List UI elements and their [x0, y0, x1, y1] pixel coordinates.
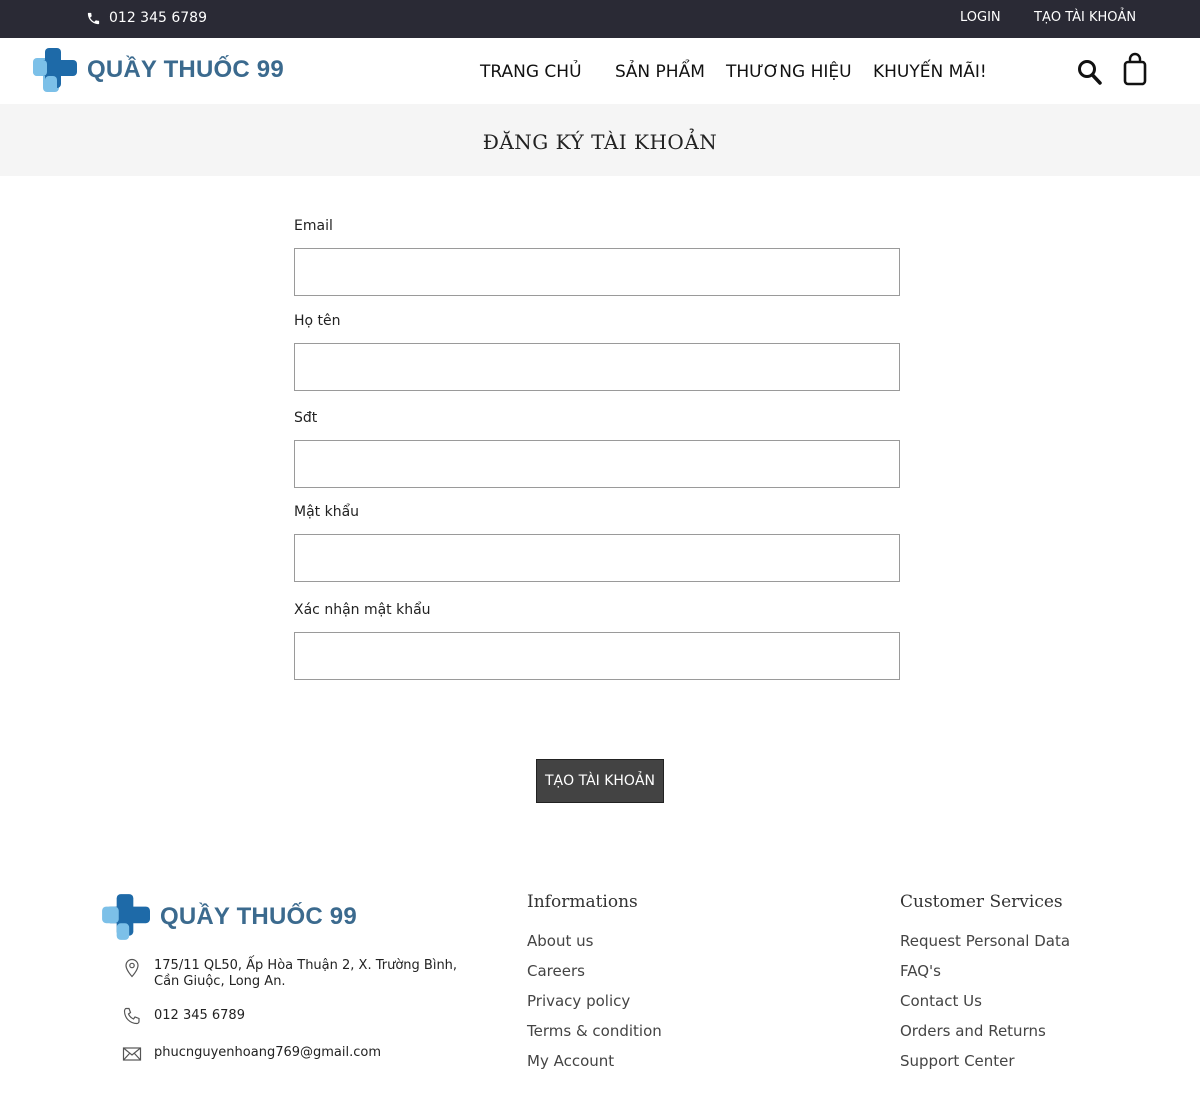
footer-email-address[interactable]: phucnguyenhoang769@gmail.com — [154, 1044, 381, 1062]
medical-cross-logo-icon — [33, 48, 77, 92]
password-field[interactable] — [294, 534, 900, 582]
location-pin-icon — [125, 958, 139, 978]
email-field[interactable] — [294, 248, 900, 296]
footer-link-personal-data[interactable]: Request Personal Data — [900, 932, 1070, 950]
search-icon[interactable] — [1077, 58, 1103, 86]
confirm-password-label: Xác nhận mật khẩu — [294, 602, 431, 618]
site-logo[interactable]: QUẦY THUỐC 99 — [29, 46, 284, 94]
footer-link-careers[interactable]: Careers — [527, 962, 585, 980]
footer-phone-number: 012 345 6789 — [154, 1008, 245, 1023]
phone-icon — [123, 1007, 140, 1025]
footer-link-my-account[interactable]: My Account — [527, 1052, 614, 1070]
nav-home[interactable]: TRANG CHỦ — [480, 62, 582, 82]
site-header: QUẦY THUỐC 99 TRANG CHỦ SẢN PHẨM THƯƠNG … — [0, 38, 1200, 104]
footer-email: phucnguyenhoang769@gmail.com — [122, 1044, 381, 1064]
footer-address: 175/11 QL50, Ấp Hòa Thuận 2, X. Trường B… — [122, 958, 457, 990]
footer-link-terms[interactable]: Terms & condition — [527, 1022, 662, 1040]
nav-products[interactable]: SẢN PHẨM — [615, 62, 705, 82]
phone-label: Sđt — [294, 410, 318, 426]
informations-heading: Informations — [527, 892, 638, 912]
phone-field[interactable] — [294, 440, 900, 488]
footer-phone: 012 345 6789 — [122, 1006, 245, 1026]
shopping-bag-icon[interactable] — [1123, 52, 1147, 86]
footer-link-faq[interactable]: FAQ's — [900, 962, 941, 980]
footer-logo[interactable]: QUẦY THUỐC 99 — [100, 892, 357, 942]
footer-link-about[interactable]: About us — [527, 932, 593, 950]
address-line-2: Cần Giuộc, Long An. — [154, 974, 286, 989]
envelope-icon — [122, 1047, 142, 1061]
address-line-1: 175/11 QL50, Ấp Hòa Thuận 2, X. Trường B… — [154, 958, 458, 973]
topbar-phone: 012 345 6789 — [86, 10, 207, 26]
fullname-label: Họ tên — [294, 313, 341, 329]
top-bar: 012 345 6789 LOGIN TẠO TÀI KHOẢN — [0, 0, 1200, 38]
footer-link-support[interactable]: Support Center — [900, 1052, 1015, 1070]
footer-link-orders-returns[interactable]: Orders and Returns — [900, 1022, 1046, 1040]
footer-link-contact[interactable]: Contact Us — [900, 992, 982, 1010]
customer-services-heading: Customer Services — [900, 892, 1063, 912]
email-label: Email — [294, 218, 333, 234]
topbar-phone-number: 012 345 6789 — [109, 10, 207, 26]
footer-brand-name: QUẦY THUỐC 99 — [160, 903, 357, 930]
login-link[interactable]: LOGIN — [960, 10, 1001, 25]
page-title: ĐĂNG KÝ TÀI KHOẢN — [482, 130, 718, 154]
medical-cross-logo-icon — [102, 894, 150, 940]
phone-icon — [87, 12, 100, 24]
nav-promotions[interactable]: KHUYẾN MÃI! — [873, 62, 987, 82]
confirm-password-field[interactable] — [294, 632, 900, 680]
page-title-band: ĐĂNG KÝ TÀI KHOẢN — [0, 104, 1200, 176]
footer-link-privacy[interactable]: Privacy policy — [527, 992, 630, 1010]
register-link[interactable]: TẠO TÀI KHOẢN — [1034, 10, 1136, 25]
fullname-field[interactable] — [294, 343, 900, 391]
create-account-button[interactable]: TẠO TÀI KHOẢN — [536, 759, 664, 803]
nav-brands[interactable]: THƯƠNG HIỆU — [726, 62, 852, 82]
password-label: Mật khẩu — [294, 504, 360, 520]
brand-name: QUẦY THUỐC 99 — [87, 56, 284, 83]
